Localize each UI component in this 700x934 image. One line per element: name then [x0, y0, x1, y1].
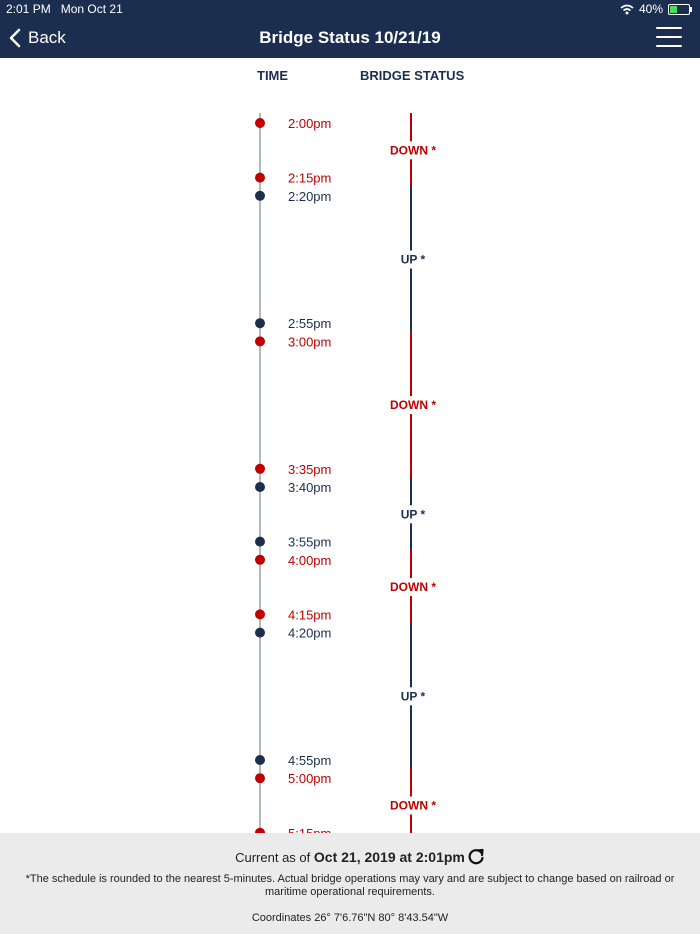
time-dot	[255, 318, 265, 329]
schedule-disclaimer: *The schedule is rounded to the nearest …	[25, 873, 675, 898]
battery-percent: 40%	[638, 2, 663, 16]
time-label: 4:15pm	[288, 607, 331, 622]
time-label: 2:20pm	[288, 189, 331, 204]
status-label: DOWN *	[390, 799, 436, 813]
time-dot	[255, 190, 265, 201]
page-title: Bridge Status 10/21/19	[259, 28, 441, 47]
status-label: UP *	[401, 253, 426, 267]
footer: Current as of Oct 21, 2019 at 2:01pm *Th…	[0, 833, 700, 934]
refresh-icon[interactable]	[466, 847, 486, 867]
time-label: 4:55pm	[288, 753, 331, 768]
time-label: 2:15pm	[288, 171, 331, 186]
timeline-chart: DOWN * UP * DOWN * UP * DOWN * UP * DOWN * 2:00…	[255, 113, 441, 833]
nav-bar: Back Bridge Status 10/21/19	[0, 18, 700, 58]
time-label: 2:55pm	[288, 316, 331, 331]
status-label: DOWN *	[390, 398, 436, 412]
battery-icon	[668, 3, 692, 15]
status-indicators: 40%	[620, 2, 692, 16]
current-as-of: Current as of Oct 21, 2019 at 2:01pm	[0, 849, 700, 865]
time-dot	[255, 773, 265, 784]
current-prefix: Current as of	[235, 850, 311, 865]
status-label: DOWN *	[390, 580, 436, 594]
schedule-timeline: DOWN * UP * DOWN * UP * DOWN * UP * DOWN * 2:00…	[0, 58, 700, 833]
time-dot	[255, 482, 265, 492]
time-dot	[255, 118, 265, 128]
time-dot	[255, 627, 265, 638]
status-label: UP *	[401, 689, 426, 703]
status-label: DOWN *	[390, 143, 436, 157]
status-bar: 2:01 PM Mon Oct 21 40%	[0, 0, 700, 18]
time-dot	[255, 463, 265, 474]
coordinates: Coordinates 26° 7'6.76"N 80° 8'43.54"W	[251, 912, 449, 924]
time-dot	[255, 755, 265, 765]
time-label: 3:40pm	[288, 480, 331, 495]
time-label: 2:00pm	[288, 116, 331, 131]
status-date: Mon Oct 21	[60, 2, 123, 16]
time-label: 3:00pm	[288, 334, 331, 349]
hamburger-menu-icon[interactable]	[656, 27, 682, 49]
time-dot	[255, 336, 265, 347]
status-time-date: 2:01 PM Mon Oct 21	[6, 2, 123, 16]
current-value: Oct 21, 2019 at 2:01pm	[313, 849, 465, 865]
wifi-icon	[620, 4, 634, 14]
time-dot	[255, 609, 265, 620]
status-time: 2:01 PM	[6, 2, 51, 16]
time-label: 5:15pm	[288, 826, 331, 833]
time-label: 4:20pm	[288, 626, 331, 641]
time-dot	[255, 172, 265, 183]
time-label: 3:35pm	[288, 462, 331, 477]
time-dot	[255, 536, 265, 547]
time-dot	[255, 554, 265, 565]
time-label: 5:00pm	[288, 771, 331, 786]
status-label: UP *	[401, 507, 426, 521]
time-label: 4:00pm	[288, 553, 331, 568]
battery-level	[670, 5, 678, 13]
time-label: 3:55pm	[288, 535, 331, 550]
